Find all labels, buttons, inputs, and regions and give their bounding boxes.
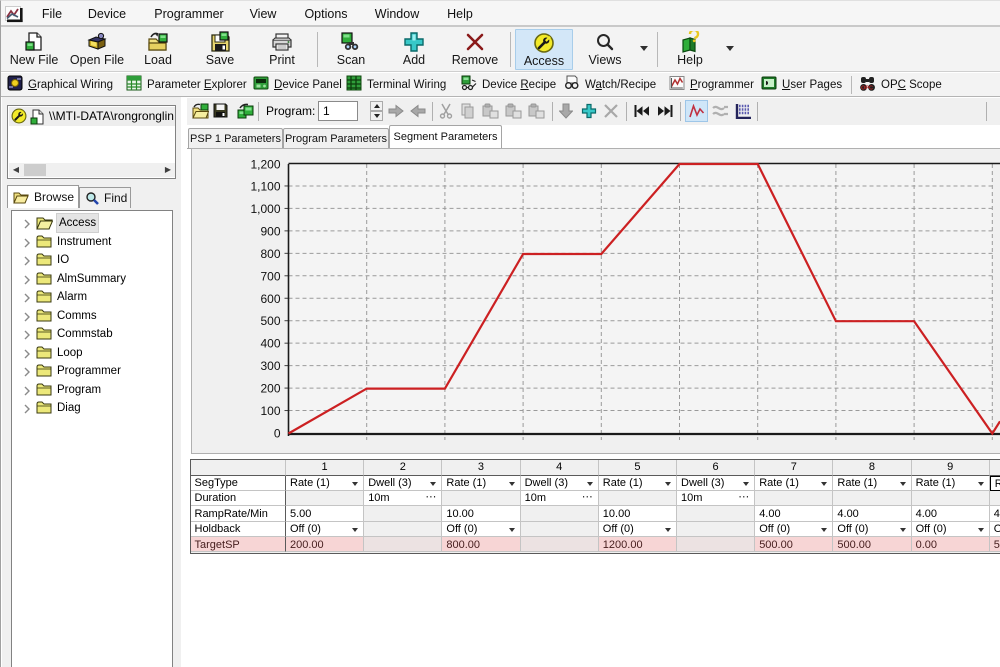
svg-text:800: 800 <box>260 247 280 261</box>
svg-text:900: 900 <box>260 224 280 238</box>
svg-text:300: 300 <box>260 359 280 373</box>
svg-text:0: 0 <box>274 427 281 441</box>
svg-text:200: 200 <box>260 382 280 396</box>
svg-text:1,200: 1,200 <box>250 158 280 172</box>
svg-text:100: 100 <box>260 404 280 418</box>
svg-text:700: 700 <box>260 269 280 283</box>
svg-text:400: 400 <box>260 337 280 351</box>
svg-text:1,000: 1,000 <box>250 202 280 216</box>
svg-text:1,100: 1,100 <box>250 180 280 194</box>
svg-text:OPC: OPC <box>861 86 873 92</box>
svg-text:500: 500 <box>260 314 280 328</box>
svg-text:600: 600 <box>260 292 280 306</box>
